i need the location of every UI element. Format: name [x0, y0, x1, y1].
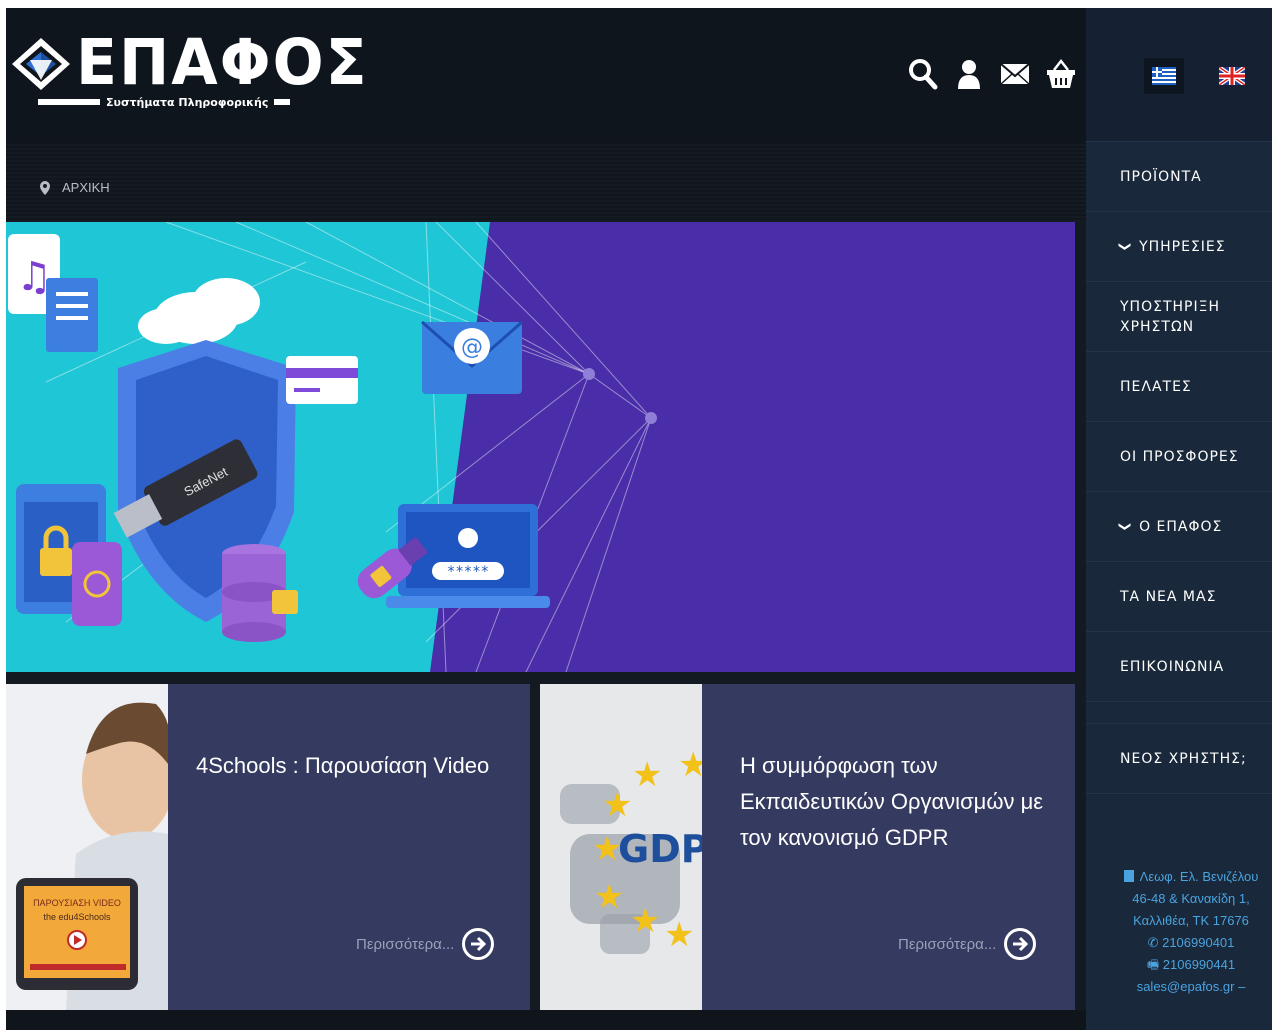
phone-icon: ✆: [1147, 935, 1163, 950]
svg-text:★: ★: [664, 915, 694, 955]
svg-text:★: ★: [602, 785, 632, 825]
svg-text:the edu4Schools: the edu4Schools: [43, 912, 111, 922]
logo-subtitle: Συστήματα Πληροφορικής: [38, 94, 290, 110]
address-line-3: Καλλιθέα, ΤΚ 17676: [1133, 913, 1249, 928]
card-title[interactable]: 4Schools : Παρουσίαση Video: [196, 748, 506, 784]
breadcrumb: ΑΡΧΙΚΗ: [40, 180, 110, 195]
nav-item-offers[interactable]: ΟΙ ΠΡΟΣΦΟΡΕΣ: [1086, 422, 1272, 492]
hero-banner[interactable]: ♫ SafeNet @ *****: [6, 222, 1075, 672]
card-thumbnail: ΠΑΡΟΥΣΙΑΣΗ VIDEO the edu4Schools: [6, 684, 168, 1010]
nav-item-products[interactable]: ΠΡΟΪΟΝΤΑ: [1086, 142, 1272, 212]
breadcrumb-home-link[interactable]: ΑΡΧΙΚΗ: [62, 180, 110, 195]
basket-icon[interactable]: [1044, 56, 1078, 92]
svg-text:@: @: [461, 335, 483, 360]
site-header: ΕΠΑΦΟΣ Συστήματα Πληροφορικής: [6, 8, 1086, 142]
read-more-link[interactable]: Περισσότερα...: [356, 928, 495, 960]
uk-flag-icon[interactable]: [1212, 58, 1252, 94]
logo-emblem-icon: [12, 38, 70, 90]
fax-number: 2106990441: [1162, 957, 1236, 972]
address-book-icon: [1123, 870, 1134, 882]
main-nav: ΠΡΟΪΟΝΤΑ ❯ ΥΠΗΡΕΣΙΕΣ ΥΠΟΣΤΗΡΙΞΗ ΧΡΗΣΤΩΝ Π…: [1086, 142, 1272, 794]
fax-icon: 🖷: [1146, 957, 1163, 972]
mail-icon[interactable]: [998, 56, 1032, 92]
logo-text: ΕΠΑΦΟΣ: [76, 26, 369, 100]
read-more-label: Περισσότερα...: [356, 935, 455, 953]
arrow-right-circle-icon: [1004, 928, 1037, 960]
svg-text:★: ★: [632, 755, 662, 795]
news-cards: ΠΑΡΟΥΣΙΑΣΗ VIDEO the edu4Schools 4School…: [6, 684, 1075, 1010]
svg-text:GDPR: GDPR: [618, 827, 702, 871]
phone-number[interactable]: 2106990401: [1162, 935, 1234, 950]
svg-text:★: ★: [678, 745, 702, 785]
svg-text:★: ★: [630, 901, 660, 941]
chevron-down-icon: ❯: [1118, 520, 1133, 533]
new-user-link[interactable]: ΝΕΟΣ ΧΡΗΣΤΗΣ;: [1086, 724, 1272, 794]
hero-illustration: ♫ SafeNet @ *****: [6, 222, 1075, 672]
svg-text:★: ★: [594, 877, 624, 917]
greek-flag-icon[interactable]: [1144, 58, 1184, 94]
bottom-strip: [6, 1010, 1086, 1030]
chevron-down-icon: ❯: [1118, 240, 1133, 253]
arrow-right-circle-icon: [462, 928, 495, 960]
language-selector: [1086, 8, 1272, 142]
nav-divider: [1086, 702, 1272, 724]
address-line-1: Λεωφ. Ελ. Βενιζέλου: [1139, 869, 1259, 884]
breadcrumb-bar: ΑΡΧΙΚΗ: [6, 142, 1086, 222]
nav-item-clients[interactable]: ΠΕΛΑΤΕΣ: [1086, 352, 1272, 422]
nav-item-services[interactable]: ❯ ΥΠΗΡΕΣΙΕΣ: [1086, 212, 1272, 282]
read-more-label: Περισσότερα...: [898, 935, 997, 953]
search-icon[interactable]: [906, 56, 940, 92]
header-icons: [906, 56, 1078, 92]
nav-item-news[interactable]: ΤΑ ΝΕΑ ΜΑΣ: [1086, 562, 1272, 632]
nav-item-contact[interactable]: ΕΠΙΚΟΙΝΩΝΙΑ: [1086, 632, 1272, 702]
nav-item-user-support[interactable]: ΥΠΟΣΤΗΡΙΞΗ ΧΡΗΣΤΩΝ: [1086, 282, 1272, 352]
logo-subtitle-text: Συστήματα Πληροφορικής: [106, 95, 269, 109]
nav-item-about[interactable]: ❯ Ο ΕΠΑΦΟΣ: [1086, 492, 1272, 562]
news-card-gdpr[interactable]: ★ ★ ★ ★ ★ ★ ★ GDPR Η συμμόρφωση των Εκπα…: [540, 684, 1075, 1010]
read-more-link[interactable]: Περισσότερα...: [898, 928, 1037, 960]
map-marker-icon: [40, 180, 50, 195]
card-title[interactable]: Η συμμόρφωση των Εκπαιδευτικών Οργανισμώ…: [740, 748, 1050, 856]
address-line-2: 46-48 & Κανακίδη 1,: [1132, 891, 1250, 906]
news-card-4schools[interactable]: ΠΑΡΟΥΣΙΑΣΗ VIDEO the edu4Schools 4School…: [6, 684, 530, 1010]
page-frame: ΕΠΑΦΟΣ Συστήματα Πληροφορικής ΑΡΧΙΚΗ ♫ S…: [6, 8, 1272, 1030]
contact-info: Λεωφ. Ελ. Βενιζέλου 46-48 & Κανακίδη 1, …: [1116, 866, 1266, 998]
site-logo[interactable]: ΕΠΑΦΟΣ Συστήματα Πληροφορικής: [10, 26, 367, 116]
svg-text:ΠΑΡΟΥΣΙΑΣΗ VIDEO: ΠΑΡΟΥΣΙΑΣΗ VIDEO: [33, 898, 121, 908]
email-link[interactable]: sales@epafos.gr –: [1116, 976, 1266, 998]
password-mask: *****: [447, 564, 489, 580]
sidebar: ΠΡΟΪΟΝΤΑ ❯ ΥΠΗΡΕΣΙΕΣ ΥΠΟΣΤΗΡΙΞΗ ΧΡΗΣΤΩΝ Π…: [1086, 8, 1272, 1030]
card-thumbnail: ★ ★ ★ ★ ★ ★ ★ GDPR: [540, 684, 702, 1010]
user-icon[interactable]: [952, 56, 986, 92]
